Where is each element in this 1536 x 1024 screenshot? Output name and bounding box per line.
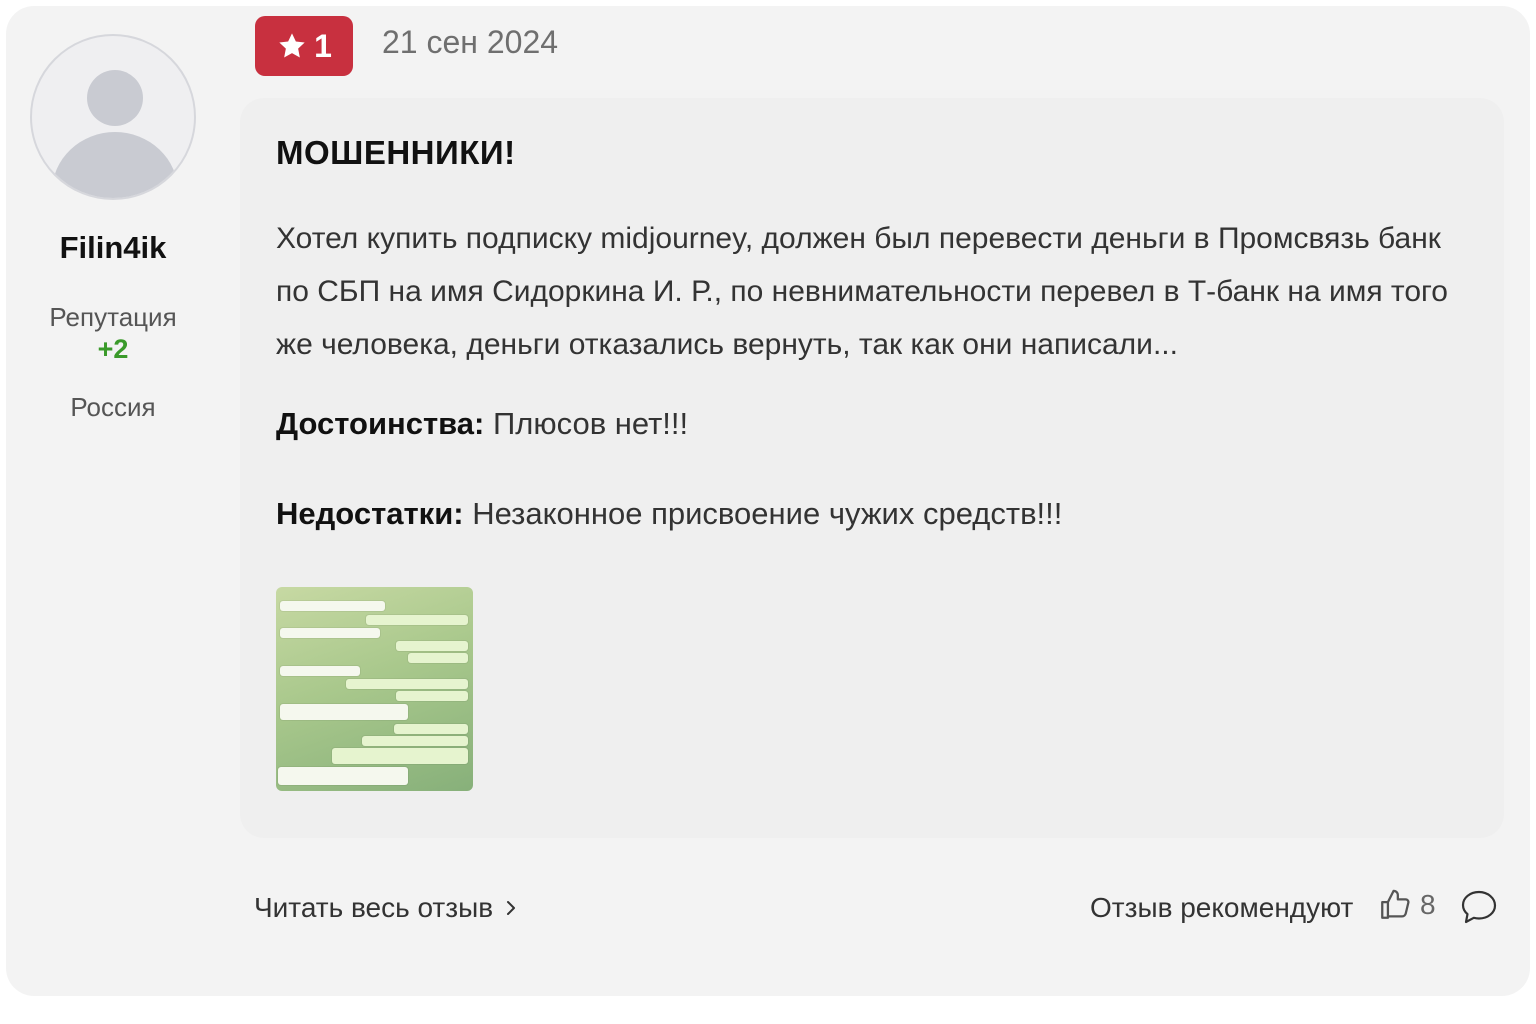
comment-button[interactable] [1460,889,1498,925]
like-count: 8 [1420,889,1436,920]
rating-value: 1 [314,27,332,64]
review-text: Хотел купить подписку midjourney, должен… [276,222,1448,361]
like-button[interactable]: 8 [1378,888,1436,922]
chat-bubble [280,628,380,638]
review-title[interactable]: МОШЕННИКИ! [276,134,516,172]
pros-text: Плюсов нет!!! [492,406,689,441]
avatar-body-shape [52,132,178,198]
avatar-head-shape [87,70,143,126]
cons-text: Незаконное присвоение чужих средств!!! [472,496,1063,531]
chat-bubble [332,748,468,764]
reputation-label: Репутация [49,302,177,332]
speech-bubble-icon [1461,890,1497,924]
chat-bubble [280,704,408,720]
chat-bubble [394,724,468,734]
reputation-value: +2 [97,334,129,364]
review-date: 21 сен 2024 [382,24,559,60]
star-icon [279,33,305,58]
thumbs-up-icon [1381,889,1410,919]
recommend-label: Отзыв рекомендуют [1090,892,1354,923]
chat-bubble [366,615,468,625]
chat-bubble [362,736,468,746]
read-more-label: Читать весь отзыв [254,892,494,923]
chat-bubble [346,679,468,689]
review-cons: Недостатки: Незаконное присвоение чужих … [276,496,1062,532]
author-country: Россия [70,392,156,422]
rating-badge: 1 [255,16,353,76]
chat-bubble [408,653,468,663]
chat-bubble [396,641,468,651]
cons-label: Недостатки: [276,496,464,531]
read-full-review-link[interactable]: Читать весь отзыв [254,892,521,924]
chat-bubble [396,691,468,701]
review-pros: Достоинства: Плюсов нет!!! [276,406,688,442]
review-photo-thumbnail[interactable] [276,587,473,791]
chat-bubble [280,666,360,676]
chat-bubble [278,767,408,785]
pros-label: Достоинства: [276,406,485,441]
chat-bubble [280,601,385,611]
chevron-right-icon [507,901,516,915]
author-username[interactable]: Filin4ik [20,230,206,266]
avatar[interactable] [30,34,196,200]
